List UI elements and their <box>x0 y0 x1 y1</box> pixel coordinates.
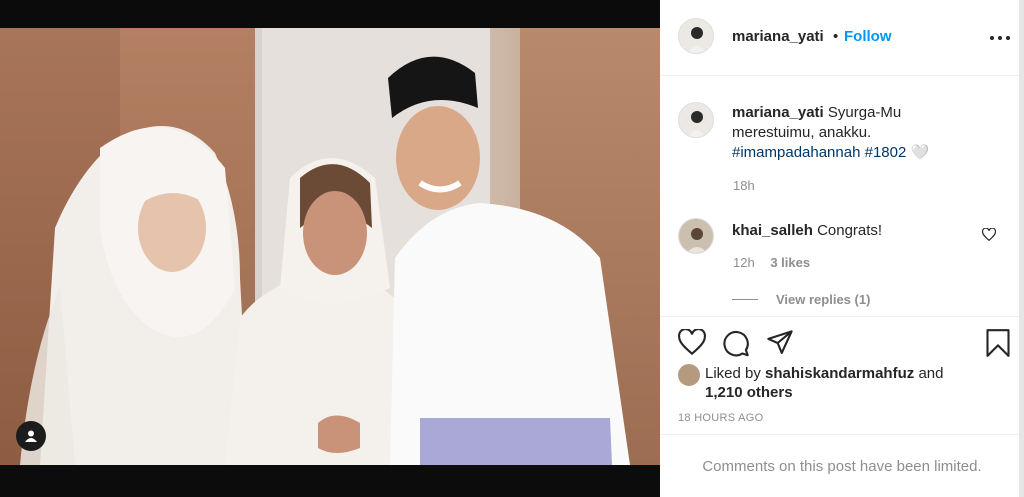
post-header: mariana_yati • Follow <box>660 0 1024 76</box>
tagged-users-button[interactable] <box>16 421 46 451</box>
header-separator: • <box>833 28 839 45</box>
author-username[interactable]: mariana_yati <box>732 28 824 45</box>
follow-button[interactable]: Follow <box>844 28 892 45</box>
author-avatar[interactable] <box>678 18 714 54</box>
window-edge <box>1019 0 1024 497</box>
caption-hashtags[interactable]: #imampadahannah #1802 <box>732 144 906 161</box>
photo-top-letterbox <box>0 0 660 28</box>
post-photo[interactable] <box>0 28 660 465</box>
commenter-avatar[interactable] <box>678 218 714 254</box>
liker-avatar[interactable] <box>678 364 700 386</box>
liked-by-prefix: Liked by <box>705 365 761 382</box>
caption-timestamp[interactable]: 18h <box>733 178 755 193</box>
view-replies-label: View replies (1) <box>776 292 871 307</box>
photo-bottom-letterbox <box>0 465 660 497</box>
avatar-image <box>679 219 713 253</box>
save-bookmark-icon[interactable] <box>985 329 1011 357</box>
user-icon <box>25 430 37 442</box>
caption-author-avatar[interactable] <box>678 102 714 138</box>
avatar-image <box>679 103 713 137</box>
comment-likes-count[interactable]: 3 likes <box>770 255 810 270</box>
liked-by-conjunction: and <box>918 365 944 382</box>
white-heart-emoji: 🤍 <box>910 144 930 161</box>
commenter-username[interactable]: khai_salleh <box>732 222 813 239</box>
liked-by-text: Liked by shahiskandarmahfuz and 1,210 ot… <box>705 364 995 402</box>
liker-username[interactable]: shahiskandarmahfuz <box>765 365 914 382</box>
replies-divider-line <box>732 299 758 300</box>
instagram-post-modal: mariana_yati • Follow mariana_yati Syurg… <box>0 0 1024 497</box>
post-photo-pane <box>0 0 660 497</box>
more-options-icon[interactable] <box>990 28 1010 48</box>
comment-timestamp[interactable]: 12h <box>733 255 755 270</box>
view-replies-button[interactable]: View replies (1) <box>732 292 870 307</box>
comment-like-heart-icon[interactable] <box>982 228 996 241</box>
like-heart-icon[interactable] <box>678 329 706 355</box>
comment-meta: 12h 3 likes <box>733 255 810 270</box>
avatar-image <box>679 19 713 53</box>
caption-text: mariana_yati Syurga-Mu merestuimu, anakk… <box>732 103 972 163</box>
comments-limited-notice: Comments on this post have been limited. <box>660 434 1024 497</box>
comment-bubble-icon[interactable] <box>722 329 750 357</box>
post-side-panel: mariana_yati • Follow mariana_yati Syurg… <box>660 0 1024 497</box>
comment-text: khai_salleh Congrats! <box>732 222 882 239</box>
caption-username[interactable]: mariana_yati <box>732 104 824 121</box>
share-send-icon[interactable] <box>766 329 794 357</box>
people-illustration <box>20 56 630 465</box>
post-timestamp[interactable]: 18 HOURS AGO <box>678 412 764 424</box>
post-actions-bar <box>660 316 1024 368</box>
comment-body: Congrats! <box>817 222 883 239</box>
others-likes-count[interactable]: 1,210 others <box>705 384 793 401</box>
